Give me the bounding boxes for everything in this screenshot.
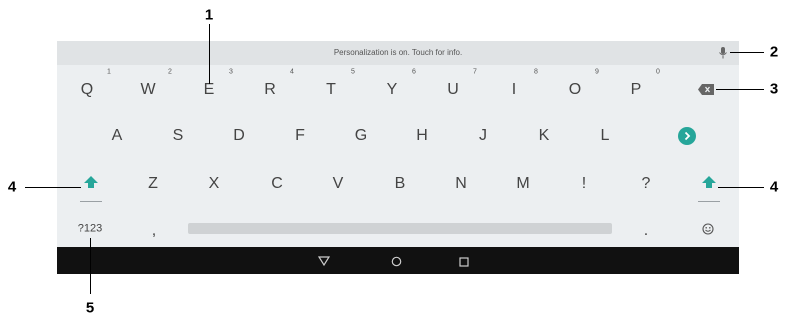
callout-1: 1 — [204, 6, 214, 24]
key-w[interactable]: W — [140, 82, 155, 98]
key-i[interactable]: I — [512, 82, 516, 98]
back-icon[interactable] — [318, 256, 330, 266]
key-c[interactable]: C — [271, 176, 283, 192]
key-e[interactable]: E — [204, 82, 215, 98]
key-w-hint: 2 — [168, 68, 172, 76]
callout-line-4-left — [25, 187, 81, 188]
shift-underline-right — [698, 201, 720, 202]
key-o[interactable]: O — [569, 82, 581, 98]
key-exclamation[interactable]: ! — [582, 176, 586, 192]
shift-underline-left — [80, 201, 102, 202]
callout-line-3 — [716, 89, 764, 90]
key-b[interactable]: B — [395, 176, 406, 192]
shift-icon[interactable] — [84, 176, 98, 188]
spacebar[interactable] — [188, 223, 612, 234]
key-v[interactable]: V — [333, 176, 344, 192]
key-h[interactable]: H — [416, 128, 428, 144]
key-n[interactable]: N — [455, 176, 467, 192]
key-e-hint: 3 — [229, 68, 233, 76]
key-q[interactable]: Q — [81, 82, 93, 98]
key-r-hint: 4 — [290, 68, 294, 76]
callout-4-right: 4 — [769, 178, 779, 196]
shift-icon[interactable] — [702, 176, 716, 188]
callout-line-5 — [90, 238, 91, 294]
key-u[interactable]: U — [447, 82, 459, 98]
key-y[interactable]: Y — [387, 82, 398, 98]
symbols-key[interactable]: ?123 — [78, 223, 102, 235]
backspace-icon[interactable] — [698, 84, 714, 95]
key-i-hint: 8 — [534, 68, 538, 76]
key-o-hint: 9 — [595, 68, 599, 76]
callout-3: 3 — [769, 80, 779, 98]
key-k[interactable]: K — [539, 128, 550, 144]
key-u-hint: 7 — [473, 68, 477, 76]
period-key[interactable]: . — [644, 223, 648, 239]
enter-icon[interactable] — [678, 127, 696, 145]
key-j[interactable]: J — [479, 128, 487, 144]
key-d[interactable]: D — [233, 128, 245, 144]
comma-key[interactable]: , — [152, 223, 156, 239]
key-t[interactable]: T — [326, 82, 336, 98]
key-f[interactable]: F — [295, 128, 305, 144]
suggestion-text[interactable]: Personalization is on. Touch for info. — [57, 41, 739, 65]
keyboard — [57, 41, 739, 247]
key-y-hint: 6 — [412, 68, 416, 76]
key-a[interactable]: A — [112, 128, 123, 144]
key-question[interactable]: ? — [642, 176, 651, 192]
key-m[interactable]: M — [516, 176, 529, 192]
callout-5: 5 — [85, 299, 95, 317]
callout-2: 2 — [769, 43, 779, 61]
callout-line-1 — [209, 24, 210, 84]
key-x[interactable]: X — [209, 176, 220, 192]
key-q-hint: 1 — [107, 68, 111, 76]
emoji-icon[interactable] — [702, 223, 714, 235]
microphone-icon[interactable] — [717, 46, 729, 60]
recents-icon[interactable] — [459, 257, 469, 267]
key-p-hint: 0 — [656, 68, 660, 76]
key-s[interactable]: S — [173, 128, 184, 144]
callout-4-left: 4 — [7, 178, 17, 196]
key-r[interactable]: R — [264, 82, 276, 98]
key-l[interactable]: L — [601, 128, 610, 144]
key-p[interactable]: P — [631, 82, 642, 98]
callout-line-2 — [730, 52, 764, 53]
key-g[interactable]: G — [355, 128, 367, 144]
key-z[interactable]: Z — [148, 176, 158, 192]
home-icon[interactable] — [391, 256, 402, 267]
callout-line-4-right — [718, 187, 764, 188]
key-t-hint: 5 — [351, 68, 355, 76]
